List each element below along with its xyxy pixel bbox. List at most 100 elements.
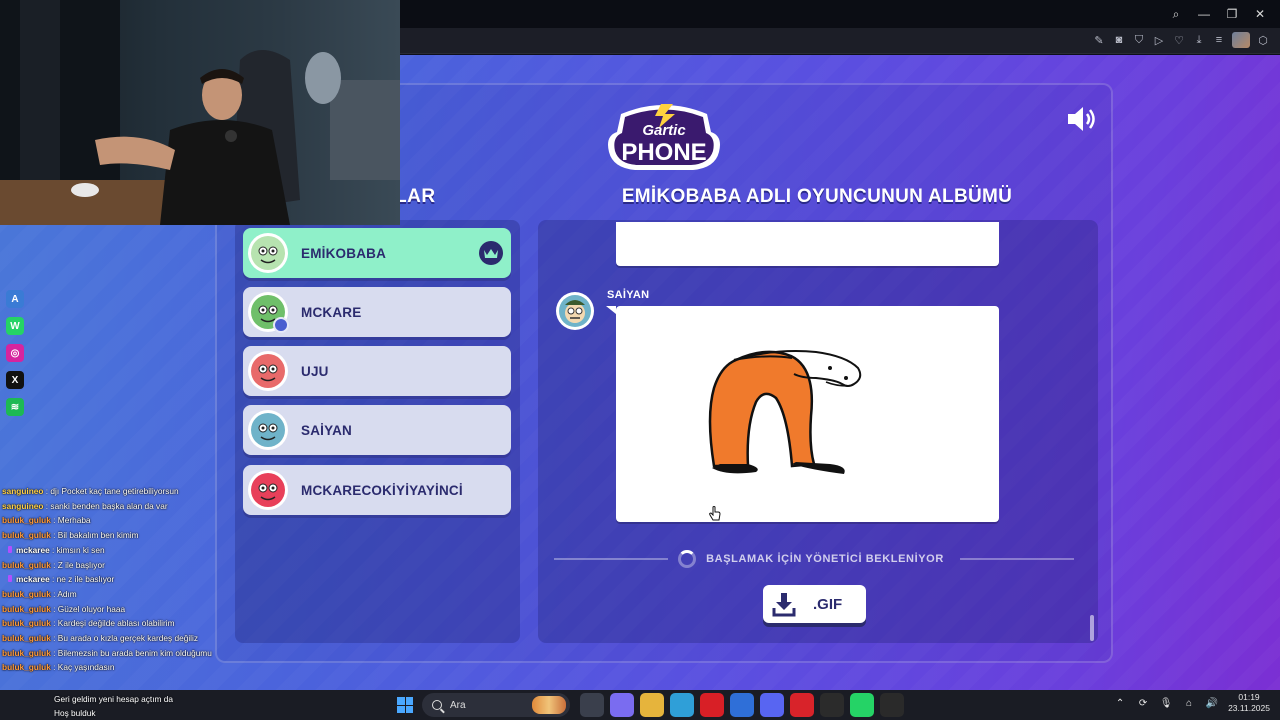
chat-message: mckaree : kimsın ki sen	[2, 543, 217, 558]
logo-bottom-text: PHONE	[621, 139, 706, 166]
camera-icon[interactable]: ◙	[1112, 32, 1126, 48]
chat-username[interactable]: buluk_guluk	[2, 589, 51, 599]
discord-icon[interactable]	[760, 693, 784, 717]
whatsapp-icon[interactable]: W	[6, 317, 24, 335]
volume-tray-icon[interactable]: 🔊	[1205, 696, 1219, 710]
close-icon[interactable]: ✕	[1248, 4, 1272, 24]
clock-date: 23.11.2025	[1228, 703, 1270, 713]
microphone-icon[interactable]: 🎙	[1159, 696, 1173, 710]
folder-icon[interactable]	[640, 693, 664, 717]
edge-icon[interactable]	[670, 693, 694, 717]
chat-username[interactable]: buluk_guluk	[2, 560, 51, 570]
gartic-phone-logo: Gartic PHONE	[608, 104, 720, 170]
network-icon[interactable]: ⌂	[1182, 696, 1196, 710]
player-name: MCKARE	[301, 304, 362, 320]
netflix-icon[interactable]	[700, 693, 724, 717]
player-name: MCKARECOKİYİYAYİNCİ	[301, 482, 463, 498]
epic-games-icon[interactable]	[880, 693, 904, 717]
stream-chat-bottom: Geri geldim yeni hesap açtım da Hoş buldu…	[0, 692, 230, 720]
chat-text: Hoş bulduk	[54, 708, 96, 718]
download-icon[interactable]: ⤓	[1192, 32, 1206, 48]
chat-username[interactable]: buluk_guluk	[2, 662, 51, 672]
player-row[interactable]: MCKARECOKİYİYAYİNCİ	[243, 465, 511, 515]
obs-icon[interactable]	[820, 693, 844, 717]
album-scrollbar[interactable]	[1090, 615, 1094, 641]
restore-icon[interactable]: ❐	[1220, 4, 1244, 24]
chat-message: buluk_guluk : Bil bakalım ben kimim	[2, 528, 217, 543]
chat-text: kimsın ki sen	[56, 544, 105, 555]
opera-icon[interactable]	[790, 693, 814, 717]
chat-separator: :	[50, 662, 58, 673]
chat-username[interactable]: sanguineo	[2, 486, 44, 496]
chat-username[interactable]: buluk_guluk	[2, 633, 51, 643]
download-gif-button[interactable]: .GIF	[763, 585, 866, 623]
edit-icon[interactable]: ✎	[1092, 32, 1106, 48]
chat-text: Geri geldim yeni hesap açtım da	[54, 694, 173, 704]
chat-message: sanguineo : djı Pocket kaç tane getirebi…	[2, 484, 217, 499]
shield-icon[interactable]: ⛉	[1132, 32, 1146, 48]
chat-badge-icon	[8, 545, 12, 553]
start-button[interactable]	[394, 694, 416, 716]
profile-avatar[interactable]	[1232, 32, 1250, 48]
webcam-feed	[0, 0, 400, 225]
play-icon[interactable]: ▷	[1152, 32, 1166, 48]
player-avatar	[247, 469, 289, 511]
x-icon[interactable]: X	[6, 371, 24, 389]
chat-separator: :	[49, 574, 57, 585]
chat-text: sanki benden başka alan da var	[50, 500, 168, 511]
chat-username[interactable]: buluk_guluk	[2, 648, 51, 658]
player-row[interactable]: EMİKOBABA	[243, 228, 511, 278]
loading-spinner-icon	[678, 550, 697, 568]
player-row[interactable]: SAİYAN	[243, 405, 511, 455]
chat-username[interactable]: mckaree	[16, 545, 50, 555]
volume-icon[interactable]	[1066, 105, 1098, 133]
chat-text: Bil bakalım ben kimim	[57, 530, 139, 541]
mail-icon[interactable]	[730, 693, 754, 717]
search-icon[interactable]: ⌕	[1164, 4, 1188, 24]
clock[interactable]: 01:19 23.11.2025	[1228, 692, 1270, 714]
taskbar-search[interactable]: Ara	[422, 693, 570, 717]
chat-message: buluk_guluk : Kardeşi değilde ablası ola…	[2, 616, 217, 631]
system-tray: ⌃ ⟳ 🎙 ⌂ 🔊 01:19 23.11.2025	[1113, 692, 1270, 714]
chat-username[interactable]: buluk_guluk	[2, 515, 51, 525]
download-icon	[772, 593, 796, 617]
extensions-icon[interactable]: ⬡	[1256, 32, 1270, 48]
sync-icon[interactable]: ⟳	[1136, 696, 1150, 710]
gif-button-label: .GIF	[813, 595, 843, 613]
minimize-icon[interactable]: —	[1192, 4, 1216, 24]
heart-icon[interactable]: ♡	[1172, 32, 1186, 48]
copilot-icon[interactable]	[610, 693, 634, 717]
waiting-text: BAŞLAMAK İÇİN YÖNETİCİ BEKLENİYOR	[706, 553, 944, 565]
chat-message: buluk_guluk : Bilemezsin bu arada benim …	[2, 646, 217, 661]
player-name: SAİYAN	[301, 422, 352, 438]
players-heading: LAR	[395, 186, 436, 207]
taskbar-apps	[580, 693, 904, 717]
chat-username[interactable]: mckaree	[16, 574, 50, 584]
chat-username[interactable]: sanguineo	[2, 501, 44, 511]
whatsapp-taskbar-icon[interactable]	[850, 693, 874, 717]
chat-username[interactable]: buluk_guluk	[2, 530, 51, 540]
player-name: EMİKOBABA	[301, 245, 387, 261]
chat-username[interactable]: buluk_guluk	[2, 604, 51, 614]
player-row[interactable]: MCKARE	[243, 287, 511, 337]
app-icon[interactable]: A	[6, 290, 24, 308]
chat-username[interactable]: buluk_guluk	[2, 618, 51, 628]
divider-right	[959, 558, 1074, 560]
chevron-up-icon[interactable]: ⌃	[1113, 696, 1127, 710]
menu-icon[interactable]: ≡	[1212, 32, 1226, 48]
instagram-icon[interactable]: ◎	[6, 344, 24, 362]
screen: ⌕ — ❐ ✕ ✎ ◙ ⛉ ▷ ♡ ⤓ ≡ ⬡ Gartic PHONE LAR…	[0, 0, 1280, 720]
chat-separator: :	[50, 603, 58, 614]
player-row[interactable]: UJU	[243, 346, 511, 396]
search-icon	[432, 700, 442, 710]
previous-album-card	[616, 222, 999, 266]
files-app-icon[interactable]	[580, 693, 604, 717]
album-heading: EMİKOBABA ADLI OYUNCUNUN ALBÜMÜ	[621, 186, 1013, 207]
spotify-icon[interactable]: ≋	[6, 398, 24, 416]
chat-text: Adım	[57, 588, 77, 599]
chat-message: buluk_guluk : Z ile başlıyor	[2, 558, 217, 573]
chat-message: mckaree : ne z ile baslıyor	[2, 572, 217, 587]
chat-separator: :	[50, 559, 58, 570]
user-badge-icon	[273, 317, 289, 333]
waiting-status: BAŞLAMAK İÇİN YÖNETİCİ BEKLENİYOR	[554, 548, 1074, 570]
